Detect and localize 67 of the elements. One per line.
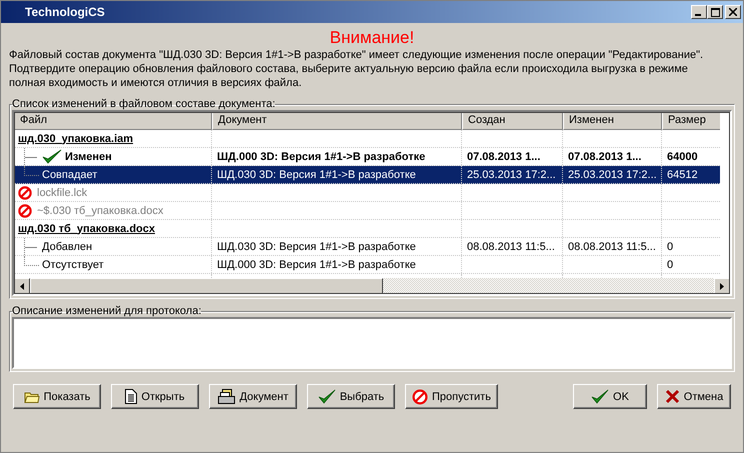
table-cell: 25.03.2013 17:2...: [467, 168, 556, 180]
close-icon: [729, 8, 737, 16]
action-button[interactable]: Открыть: [111, 384, 199, 409]
message-text: Файловый состав документа "ШД.030 3D: Версия 1#1->В разработке" имеет следующие изменения после операции "Редактирование". Подтвердите операцию обновления файлового состава, выберите актуальную версию файла если происходила выгрузка в режиме полная входимость и имеются отличия в версиях файла.: [9, 48, 704, 91]
column-header[interactable]: Файл: [14, 112, 212, 130]
documents-icon: [218, 388, 236, 404]
ok-button[interactable]: OK: [573, 384, 647, 409]
scroll-thumb[interactable]: [30, 278, 383, 294]
scroll-right-button[interactable]: [714, 278, 730, 294]
left-arrow-icon: [20, 282, 24, 290]
file-name: ~$.030 тб_упаковка.docx: [37, 204, 164, 216]
table-cell: ШД.030 3D: Версия 1#1->В разработке: [217, 240, 416, 252]
action-button[interactable]: Документ: [209, 384, 297, 409]
column-header[interactable]: Изменен: [563, 112, 662, 130]
action-button[interactable]: Пропустить: [405, 384, 498, 409]
prohibited-icon: [412, 388, 428, 404]
table-cell: 0: [667, 258, 674, 270]
table-row[interactable]: lockfile.lck: [14, 184, 720, 202]
description-field[interactable]: [12, 317, 732, 369]
group-label: Описание изменений для протокола:: [12, 305, 202, 317]
table-row[interactable]: шд.030_упаковка.iam: [14, 130, 720, 148]
folder-icon: [24, 390, 40, 404]
maximize-button[interactable]: [707, 5, 723, 19]
column-header[interactable]: Документ: [212, 112, 462, 130]
group-label: Список изменений в файловом составе документа:: [12, 98, 276, 110]
right-arrow-icon: [720, 282, 724, 290]
table-cell: 07.08.2013 1...: [568, 150, 642, 162]
warning-heading: Внимание!: [328, 28, 416, 48]
column-header[interactable]: Размер: [662, 112, 720, 130]
table-row[interactable]: Совпадает ШД.030 3D: Версия 1#1->В разработке 25.03.2013 17:2... 25.03.2013 17:2... 64512: [14, 166, 720, 184]
scroll-left-button[interactable]: [14, 278, 30, 294]
minimize-button[interactable]: [691, 5, 707, 19]
horizontal-scrollbar[interactable]: [14, 278, 730, 294]
column-header[interactable]: Создан: [462, 112, 563, 130]
maximize-icon: [710, 8, 720, 16]
table-cell: ШД.000 3D: Версия 1#1->В разработке: [217, 150, 426, 162]
status-text: Изменен: [65, 150, 112, 162]
table-cell: 0: [667, 240, 674, 252]
table-cell: 64512: [667, 168, 698, 180]
table-cell: ШД.000 3D: Версия 1#1->В разработке: [217, 258, 416, 270]
check-icon: [591, 389, 610, 404]
window-title: TechnologiCS: [25, 5, 106, 19]
file-name: lockfile.lck: [37, 186, 88, 198]
status-text: Отсутствует: [42, 258, 104, 270]
table-row[interactable]: Отсутствует ШД.000 3D: Версия 1#1->В разработке 0: [14, 256, 720, 274]
table-cell: ШД.030 3D: Версия 1#1->В разработке: [217, 168, 416, 180]
cancel-button[interactable]: Отмена: [657, 384, 731, 409]
file-name: шд.030_упаковка.iam: [18, 132, 134, 144]
table-row[interactable]: ~$.030 тб_упаковка.docx: [14, 202, 720, 220]
action-button[interactable]: Выбрать: [307, 384, 395, 409]
table-cell: 25.03.2013 17:2...: [568, 168, 657, 180]
prohibited-icon: [18, 186, 32, 200]
action-button[interactable]: Показать: [13, 384, 101, 409]
table-cell: 08.08.2013 11:5...: [467, 240, 555, 252]
table-cell: 07.08.2013 1...: [467, 150, 540, 162]
table-row[interactable]: Добавлен ШД.030 3D: Версия 1#1->В разработке 08.08.2013 11:5... 08.08.2013 11:5... 0: [14, 238, 720, 256]
prohibited-icon: [18, 204, 32, 218]
status-text: Добавлен: [42, 240, 92, 252]
page-icon: [125, 389, 138, 404]
table-row[interactable]: шд.030 тб_упаковка.docx: [14, 220, 720, 238]
status-text: Совпадает: [42, 168, 98, 180]
close-button[interactable]: [725, 5, 741, 19]
cross-icon: [664, 389, 680, 404]
table-cell: 64000: [667, 150, 698, 162]
table-cell: 08.08.2013 11:5...: [568, 240, 656, 252]
check-icon: [318, 389, 336, 404]
file-name: шд.030 тб_упаковка.docx: [18, 222, 155, 234]
